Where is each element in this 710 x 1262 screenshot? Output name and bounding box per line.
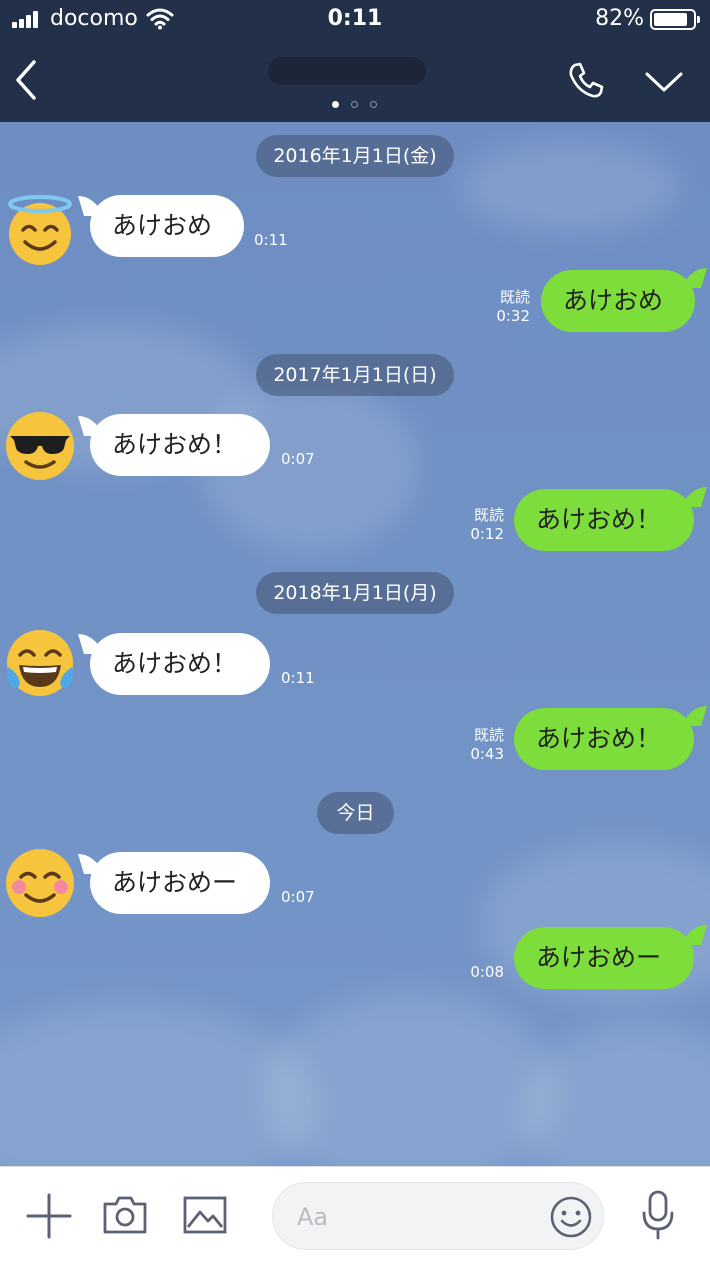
emoji-icon[interactable] bbox=[549, 1195, 593, 1239]
message-time: 0:11 bbox=[254, 231, 288, 249]
message-bubble[interactable]: あけおめ！ bbox=[90, 633, 270, 695]
battery-icon bbox=[650, 9, 700, 30]
message-bubble[interactable]: あけおめ！ bbox=[514, 489, 694, 551]
phone-icon[interactable] bbox=[566, 60, 606, 100]
read-receipt: 既読 bbox=[499, 288, 530, 306]
battery-percent: 82% bbox=[595, 6, 644, 31]
message-bubble[interactable]: あけおめ！ bbox=[514, 708, 694, 770]
chevron-down-icon[interactable] bbox=[644, 68, 684, 96]
message-bubble[interactable]: あけおめ bbox=[90, 195, 244, 257]
message-bubble[interactable]: あけおめ bbox=[541, 270, 695, 332]
image-icon[interactable] bbox=[182, 1195, 228, 1235]
chat-area[interactable]: 2016年1月1日(金) あけおめ 0:11 既読 0:32 あけおめ 2017… bbox=[0, 122, 710, 1166]
message-input[interactable]: Aa bbox=[272, 1182, 604, 1250]
message-bubble[interactable]: あけおめ！ bbox=[90, 414, 270, 476]
date-separator: 2017年1月1日(日) bbox=[256, 354, 454, 396]
tears-of-joy-emoji bbox=[7, 630, 73, 696]
message-time: 0:32 bbox=[496, 307, 530, 325]
back-button[interactable] bbox=[12, 58, 42, 102]
message-input-bar: Aa bbox=[0, 1166, 710, 1262]
message-bubble[interactable]: あけおめー bbox=[90, 852, 270, 914]
camera-icon[interactable] bbox=[102, 1195, 148, 1235]
chat-header: docomo 0:11 82% bbox=[0, 0, 710, 122]
message-time: 0:43 bbox=[470, 745, 504, 763]
message-bubble[interactable]: あけおめー bbox=[514, 927, 694, 989]
message-time: 0:07 bbox=[281, 450, 315, 468]
message-time: 0:11 bbox=[281, 669, 315, 687]
sunglasses-emoji bbox=[6, 412, 74, 480]
message-input-placeholder: Aa bbox=[297, 1203, 329, 1231]
date-separator: 今日 bbox=[317, 792, 394, 834]
message-time: 0:08 bbox=[470, 963, 504, 981]
microphone-icon[interactable] bbox=[640, 1189, 676, 1241]
page-indicator bbox=[330, 100, 380, 110]
date-separator: 2016年1月1日(金) bbox=[256, 135, 454, 177]
message-time: 0:12 bbox=[470, 525, 504, 543]
status-bar: docomo 0:11 82% bbox=[0, 0, 710, 40]
plus-icon[interactable] bbox=[26, 1193, 72, 1239]
date-separator: 2018年1月1日(月) bbox=[256, 572, 454, 614]
read-receipt: 既読 bbox=[473, 726, 504, 744]
message-time: 0:07 bbox=[281, 888, 315, 906]
blush-smile-emoji bbox=[6, 849, 74, 917]
read-receipt: 既読 bbox=[473, 506, 504, 524]
chat-title bbox=[268, 57, 426, 85]
halo-smile-emoji bbox=[8, 195, 72, 265]
